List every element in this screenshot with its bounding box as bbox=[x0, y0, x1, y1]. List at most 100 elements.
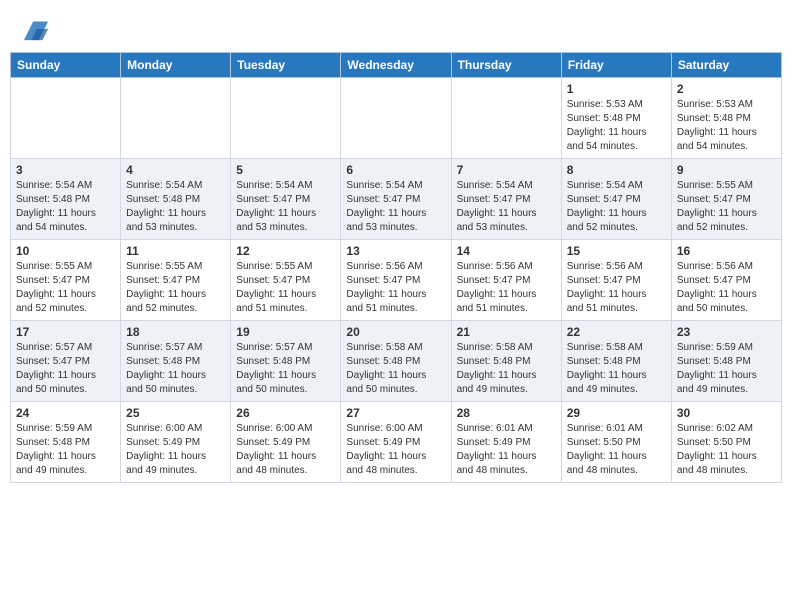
day-info: Sunrise: 6:00 AM Sunset: 5:49 PM Dayligh… bbox=[236, 422, 335, 478]
calendar-cell bbox=[231, 78, 341, 159]
day-info: Sunrise: 6:00 AM Sunset: 5:49 PM Dayligh… bbox=[346, 422, 445, 478]
calendar-week-row: 17 Sunrise: 5:57 AM Sunset: 5:47 PM Dayli… bbox=[11, 321, 782, 402]
day-info: Sunrise: 5:55 AM Sunset: 5:47 PM Dayligh… bbox=[126, 260, 225, 316]
calendar-cell: 15Sunrise: 5:56 AM Sunset: 5:47 PM Dayli… bbox=[561, 240, 671, 321]
day-number: 16 bbox=[677, 244, 776, 258]
day-info: Sunrise: 5:57 AM Sunset: 5:48 PM Dayligh… bbox=[126, 341, 225, 397]
day-number: 14 bbox=[457, 244, 556, 258]
calendar-cell bbox=[11, 78, 121, 159]
day-info: Sunrise: 6:01 AM Sunset: 5:49 PM Dayligh… bbox=[457, 422, 556, 478]
day-info: Sunrise: 5:54 AM Sunset: 5:48 PM Dayligh… bbox=[126, 179, 225, 235]
calendar-cell: 23 Sunrise: 5:59 AM Sunset: 5:48 PM Dayli… bbox=[671, 321, 781, 402]
day-number: 10 bbox=[16, 244, 115, 258]
calendar-cell: 30Sunrise: 6:02 AM Sunset: 5:50 PM Dayli… bbox=[671, 402, 781, 483]
day-info: Sunrise: 5:58 AM Sunset: 5:48 PM Dayligh… bbox=[567, 341, 666, 397]
day-info: Sunrise: 5:55 AM Sunset: 5:47 PM Dayligh… bbox=[236, 260, 335, 316]
day-number: 1 bbox=[567, 82, 666, 96]
calendar-cell: 21 Sunrise: 5:58 AM Sunset: 5:48 PM Dayli… bbox=[451, 321, 561, 402]
calendar-cell: 7 Sunrise: 5:54 AM Sunset: 5:47 PM Daylig… bbox=[451, 159, 561, 240]
day-number: 11 bbox=[126, 244, 225, 258]
day-info: Sunrise: 5:59 AM Sunset: 5:48 PM Dayligh… bbox=[16, 422, 115, 478]
day-number: 15 bbox=[567, 244, 666, 258]
calendar-cell: 22 Sunrise: 5:58 AM Sunset: 5:48 PM Dayli… bbox=[561, 321, 671, 402]
day-number: 30 bbox=[677, 406, 776, 420]
day-number: 23 bbox=[677, 325, 776, 339]
weekday-header-saturday: Saturday bbox=[671, 53, 781, 78]
day-info: Sunrise: 5:54 AM Sunset: 5:48 PM Dayligh… bbox=[16, 179, 115, 235]
calendar-cell: 29 Sunrise: 6:01 AM Sunset: 5:50 PM Dayli… bbox=[561, 402, 671, 483]
calendar-week-row: 24 Sunrise: 5:59 AM Sunset: 5:48 PM Dayli… bbox=[11, 402, 782, 483]
day-info: Sunrise: 5:54 AM Sunset: 5:47 PM Dayligh… bbox=[457, 179, 556, 235]
day-number: 19 bbox=[236, 325, 335, 339]
day-number: 9 bbox=[677, 163, 776, 177]
day-number: 8 bbox=[567, 163, 666, 177]
day-number: 6 bbox=[346, 163, 445, 177]
weekday-header-row: SundayMondayTuesdayWednesdayThursdayFrid… bbox=[11, 53, 782, 78]
calendar-week-row: 10 Sunrise: 5:55 AM Sunset: 5:47 PM Dayli… bbox=[11, 240, 782, 321]
calendar-cell: 14 Sunrise: 5:56 AM Sunset: 5:47 PM Dayli… bbox=[451, 240, 561, 321]
calendar-cell: 20 Sunrise: 5:58 AM Sunset: 5:48 PM Dayli… bbox=[341, 321, 451, 402]
calendar-cell: 13Sunrise: 5:56 AM Sunset: 5:47 PM Dayli… bbox=[341, 240, 451, 321]
calendar-cell bbox=[341, 78, 451, 159]
calendar-cell: 5Sunrise: 5:54 AM Sunset: 5:47 PM Daylig… bbox=[231, 159, 341, 240]
weekday-header-friday: Friday bbox=[561, 53, 671, 78]
calendar-cell: 1 Sunrise: 5:53 AM Sunset: 5:48 PM Daylig… bbox=[561, 78, 671, 159]
calendar-cell: 6Sunrise: 5:54 AM Sunset: 5:47 PM Daylig… bbox=[341, 159, 451, 240]
calendar-cell: 26 Sunrise: 6:00 AM Sunset: 5:49 PM Dayli… bbox=[231, 402, 341, 483]
day-info: Sunrise: 5:56 AM Sunset: 5:47 PM Dayligh… bbox=[346, 260, 445, 316]
calendar-cell: 10 Sunrise: 5:55 AM Sunset: 5:47 PM Dayli… bbox=[11, 240, 121, 321]
calendar-cell: 19 Sunrise: 5:57 AM Sunset: 5:48 PM Dayli… bbox=[231, 321, 341, 402]
day-info: Sunrise: 5:56 AM Sunset: 5:47 PM Dayligh… bbox=[677, 260, 776, 316]
day-number: 12 bbox=[236, 244, 335, 258]
weekday-header-sunday: Sunday bbox=[11, 53, 121, 78]
day-info: Sunrise: 5:57 AM Sunset: 5:47 PM Dayligh… bbox=[16, 341, 115, 397]
day-info: Sunrise: 5:53 AM Sunset: 5:48 PM Dayligh… bbox=[677, 98, 776, 154]
weekday-header-tuesday: Tuesday bbox=[231, 53, 341, 78]
day-number: 4 bbox=[126, 163, 225, 177]
page-header bbox=[10, 10, 782, 46]
calendar-week-row: 1 Sunrise: 5:53 AM Sunset: 5:48 PM Daylig… bbox=[11, 78, 782, 159]
day-number: 22 bbox=[567, 325, 666, 339]
calendar-cell: 8Sunrise: 5:54 AM Sunset: 5:47 PM Daylig… bbox=[561, 159, 671, 240]
day-number: 18 bbox=[126, 325, 225, 339]
day-info: Sunrise: 6:01 AM Sunset: 5:50 PM Dayligh… bbox=[567, 422, 666, 478]
calendar-cell: 17 Sunrise: 5:57 AM Sunset: 5:47 PM Dayli… bbox=[11, 321, 121, 402]
calendar-cell: 2Sunrise: 5:53 AM Sunset: 5:48 PM Daylig… bbox=[671, 78, 781, 159]
day-number: 28 bbox=[457, 406, 556, 420]
day-number: 29 bbox=[567, 406, 666, 420]
weekday-header-monday: Monday bbox=[121, 53, 231, 78]
day-info: Sunrise: 5:56 AM Sunset: 5:47 PM Dayligh… bbox=[457, 260, 556, 316]
day-number: 26 bbox=[236, 406, 335, 420]
day-info: Sunrise: 6:00 AM Sunset: 5:49 PM Dayligh… bbox=[126, 422, 225, 478]
weekday-header-thursday: Thursday bbox=[451, 53, 561, 78]
logo bbox=[20, 18, 50, 42]
day-number: 27 bbox=[346, 406, 445, 420]
calendar-cell: 12 Sunrise: 5:55 AM Sunset: 5:47 PM Dayli… bbox=[231, 240, 341, 321]
weekday-header-wednesday: Wednesday bbox=[341, 53, 451, 78]
day-info: Sunrise: 5:55 AM Sunset: 5:47 PM Dayligh… bbox=[677, 179, 776, 235]
day-number: 24 bbox=[16, 406, 115, 420]
calendar-cell: 25Sunrise: 6:00 AM Sunset: 5:49 PM Dayli… bbox=[121, 402, 231, 483]
day-number: 21 bbox=[457, 325, 556, 339]
day-info: Sunrise: 5:58 AM Sunset: 5:48 PM Dayligh… bbox=[457, 341, 556, 397]
logo-icon bbox=[22, 14, 50, 42]
day-info: Sunrise: 5:57 AM Sunset: 5:48 PM Dayligh… bbox=[236, 341, 335, 397]
day-info: Sunrise: 5:55 AM Sunset: 5:47 PM Dayligh… bbox=[16, 260, 115, 316]
day-info: Sunrise: 5:53 AM Sunset: 5:48 PM Dayligh… bbox=[567, 98, 666, 154]
day-number: 3 bbox=[16, 163, 115, 177]
calendar-cell: 3 Sunrise: 5:54 AM Sunset: 5:48 PM Daylig… bbox=[11, 159, 121, 240]
day-info: Sunrise: 5:58 AM Sunset: 5:48 PM Dayligh… bbox=[346, 341, 445, 397]
calendar-cell: 24 Sunrise: 5:59 AM Sunset: 5:48 PM Dayli… bbox=[11, 402, 121, 483]
day-number: 17 bbox=[16, 325, 115, 339]
day-number: 7 bbox=[457, 163, 556, 177]
calendar-cell: 27 Sunrise: 6:00 AM Sunset: 5:49 PM Dayli… bbox=[341, 402, 451, 483]
calendar-cell: 18 Sunrise: 5:57 AM Sunset: 5:48 PM Dayli… bbox=[121, 321, 231, 402]
calendar-week-row: 3 Sunrise: 5:54 AM Sunset: 5:48 PM Daylig… bbox=[11, 159, 782, 240]
calendar-cell bbox=[451, 78, 561, 159]
calendar-table: SundayMondayTuesdayWednesdayThursdayFrid… bbox=[10, 52, 782, 483]
day-number: 20 bbox=[346, 325, 445, 339]
calendar-cell: 4 Sunrise: 5:54 AM Sunset: 5:48 PM Daylig… bbox=[121, 159, 231, 240]
calendar-cell: 9 Sunrise: 5:55 AM Sunset: 5:47 PM Daylig… bbox=[671, 159, 781, 240]
day-info: Sunrise: 5:54 AM Sunset: 5:47 PM Dayligh… bbox=[236, 179, 335, 235]
day-info: Sunrise: 5:59 AM Sunset: 5:48 PM Dayligh… bbox=[677, 341, 776, 397]
